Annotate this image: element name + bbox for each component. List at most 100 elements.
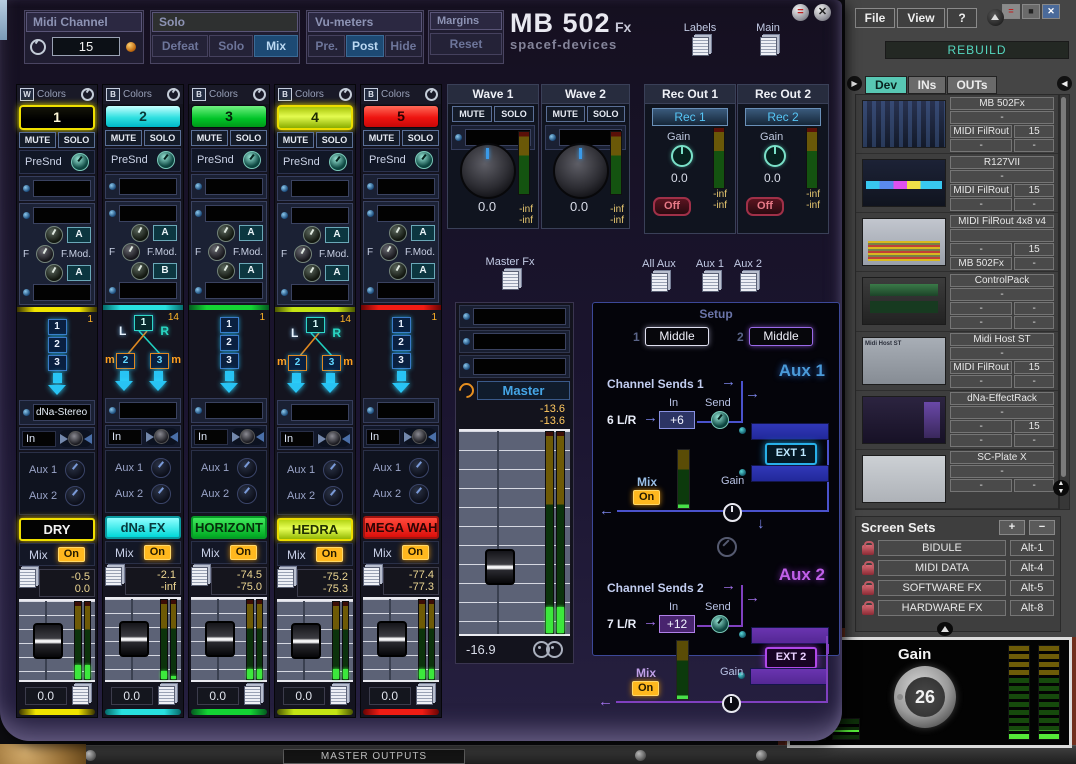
tab-ins[interactable]: INs [908,76,946,94]
print-icon[interactable] [416,686,433,705]
presnd-knob[interactable] [71,153,89,171]
color-mode-badge[interactable]: B [106,88,120,101]
mod-knob[interactable] [389,224,407,242]
device-sub[interactable]: - [950,170,1054,183]
device-list-item[interactable]: ControlPack - -- -- [856,272,1058,331]
input-knob[interactable] [68,431,83,446]
device-midi-in[interactable]: - [950,302,1012,315]
level-values[interactable]: -75.2-75.3 [297,569,353,597]
insert-slot[interactable] [473,308,566,325]
insert-slot[interactable] [119,178,177,195]
mute-button[interactable]: MUTE [363,130,400,146]
mod-knob[interactable] [303,264,321,282]
insert-slot[interactable] [205,178,263,195]
aux2-knob[interactable] [237,484,257,504]
close-icon[interactable]: ✕ [1042,4,1060,19]
routing-diagram[interactable]: 14 1 2 3 1 L R m 2 3 m [103,311,183,397]
insert-slot[interactable] [473,358,566,375]
fader-value[interactable]: 0.0 [283,687,325,705]
menu-file[interactable]: File [855,8,895,28]
device-channel[interactable]: 15 [1014,243,1054,256]
chain-display[interactable]: dNa-Stereo [33,404,91,421]
device-channel[interactable]: 15 [1014,125,1054,138]
device-name[interactable]: MB 502Fx [950,97,1054,110]
input-knob[interactable] [154,429,169,444]
input-label[interactable]: In [194,429,228,445]
input-knob[interactable] [240,429,255,444]
rec-button[interactable]: Rec 1 [652,108,728,126]
device-sub[interactable]: - [950,111,1054,124]
mod-knob[interactable] [389,262,407,280]
solo-button[interactable]: SOLO [402,130,439,146]
device-name[interactable]: R127VII [950,156,1054,169]
solo-button[interactable]: SOLO [58,132,95,148]
routing-diagram[interactable]: 14 1 2 3 1 L R m 2 3 m [275,313,355,399]
aux2-knob[interactable] [409,484,429,504]
mod-knob[interactable] [131,262,149,280]
device-list-item[interactable]: dNa-EffectRack - -15 -- [856,391,1058,450]
ext2-button[interactable]: EXT 2 [765,647,817,669]
rec-off-button[interactable]: Off [746,197,784,216]
device-name[interactable]: ControlPack [950,274,1054,287]
mix-on-button[interactable]: On [58,547,85,562]
mix-on-button[interactable]: On [316,547,343,562]
insert-slot[interactable] [205,205,263,222]
rebuild-button[interactable]: REBUILD [885,41,1069,59]
remove-screenset-button[interactable]: − [1029,520,1055,535]
screenset-row[interactable]: MIDI DATA Alt-4 [856,558,1060,578]
ext1-button[interactable]: EXT 1 [765,443,817,465]
close-icon[interactable]: ✕ [814,4,831,21]
solo-solo-button[interactable]: Solo [209,35,253,57]
print-icon[interactable] [502,271,519,290]
device-route-a[interactable]: - [950,139,1012,152]
device-list-item[interactable]: MB 502Fx - MIDI FilRout15 -- [856,95,1058,154]
device-channel[interactable]: 15 [1014,184,1054,197]
insert-slot[interactable] [291,284,349,301]
print-icon[interactable] [72,686,89,705]
input-label[interactable]: In [280,431,314,447]
mod-b-button[interactable]: B [153,263,177,279]
aux1-knob[interactable] [409,458,429,478]
device-route-a[interactable]: - [950,316,1012,329]
device-name[interactable]: MIDI FilRout 4x8 v4 [950,215,1054,228]
presnd-knob[interactable] [157,151,175,169]
fader-handle[interactable] [291,623,321,659]
mod-a-button[interactable]: A [67,227,91,243]
insert-slot[interactable] [33,180,91,197]
fader-value[interactable]: 0.0 [197,687,239,705]
mod-a-button[interactable]: A [239,225,263,241]
chain-display[interactable] [205,402,263,419]
device-channel[interactable]: - [1014,302,1054,315]
menu-help[interactable]: ? [947,8,977,28]
fader-value[interactable]: 0.0 [25,687,67,705]
mod-knob[interactable] [45,264,63,282]
tab-dev[interactable]: Dev [865,76,907,94]
aux-insert-slot[interactable] [751,423,829,440]
channel-name-button[interactable]: HEDRA [277,518,353,541]
in-trim-value[interactable]: +6 [659,411,695,429]
print-icon[interactable] [363,567,380,586]
insert-slot[interactable] [291,207,349,224]
mute-button[interactable]: MUTE [277,132,314,148]
input-label[interactable]: In [108,429,142,445]
aux-insert-slot[interactable] [751,465,829,482]
mix-on-button[interactable]: On [144,545,171,560]
device-thumbnail[interactable] [862,277,946,325]
device-list-item[interactable]: R127VII - MIDI FilRout15 -- [856,154,1058,213]
device-route-a[interactable]: MB 502Fx [950,257,1012,270]
screenset-name[interactable]: HARDWARE FX [878,600,1006,616]
print-icon[interactable] [277,569,294,588]
device-sub[interactable]: - [950,465,1054,478]
chain-display[interactable] [291,404,349,421]
mod-a-button[interactable]: A [411,225,435,241]
mod-a-button[interactable]: A [153,225,177,241]
fader-handle[interactable] [205,621,235,657]
insert-slot[interactable] [377,178,435,195]
level-values[interactable]: -77.4-77.3 [383,567,439,595]
mod-knob[interactable] [217,262,235,280]
solo-button[interactable]: SOLO [316,132,353,148]
gain-knob[interactable]: 26 [894,666,956,728]
rec-gain-knob[interactable] [671,145,693,167]
reset-icon[interactable] [339,88,352,101]
insert-slot[interactable] [205,282,263,299]
